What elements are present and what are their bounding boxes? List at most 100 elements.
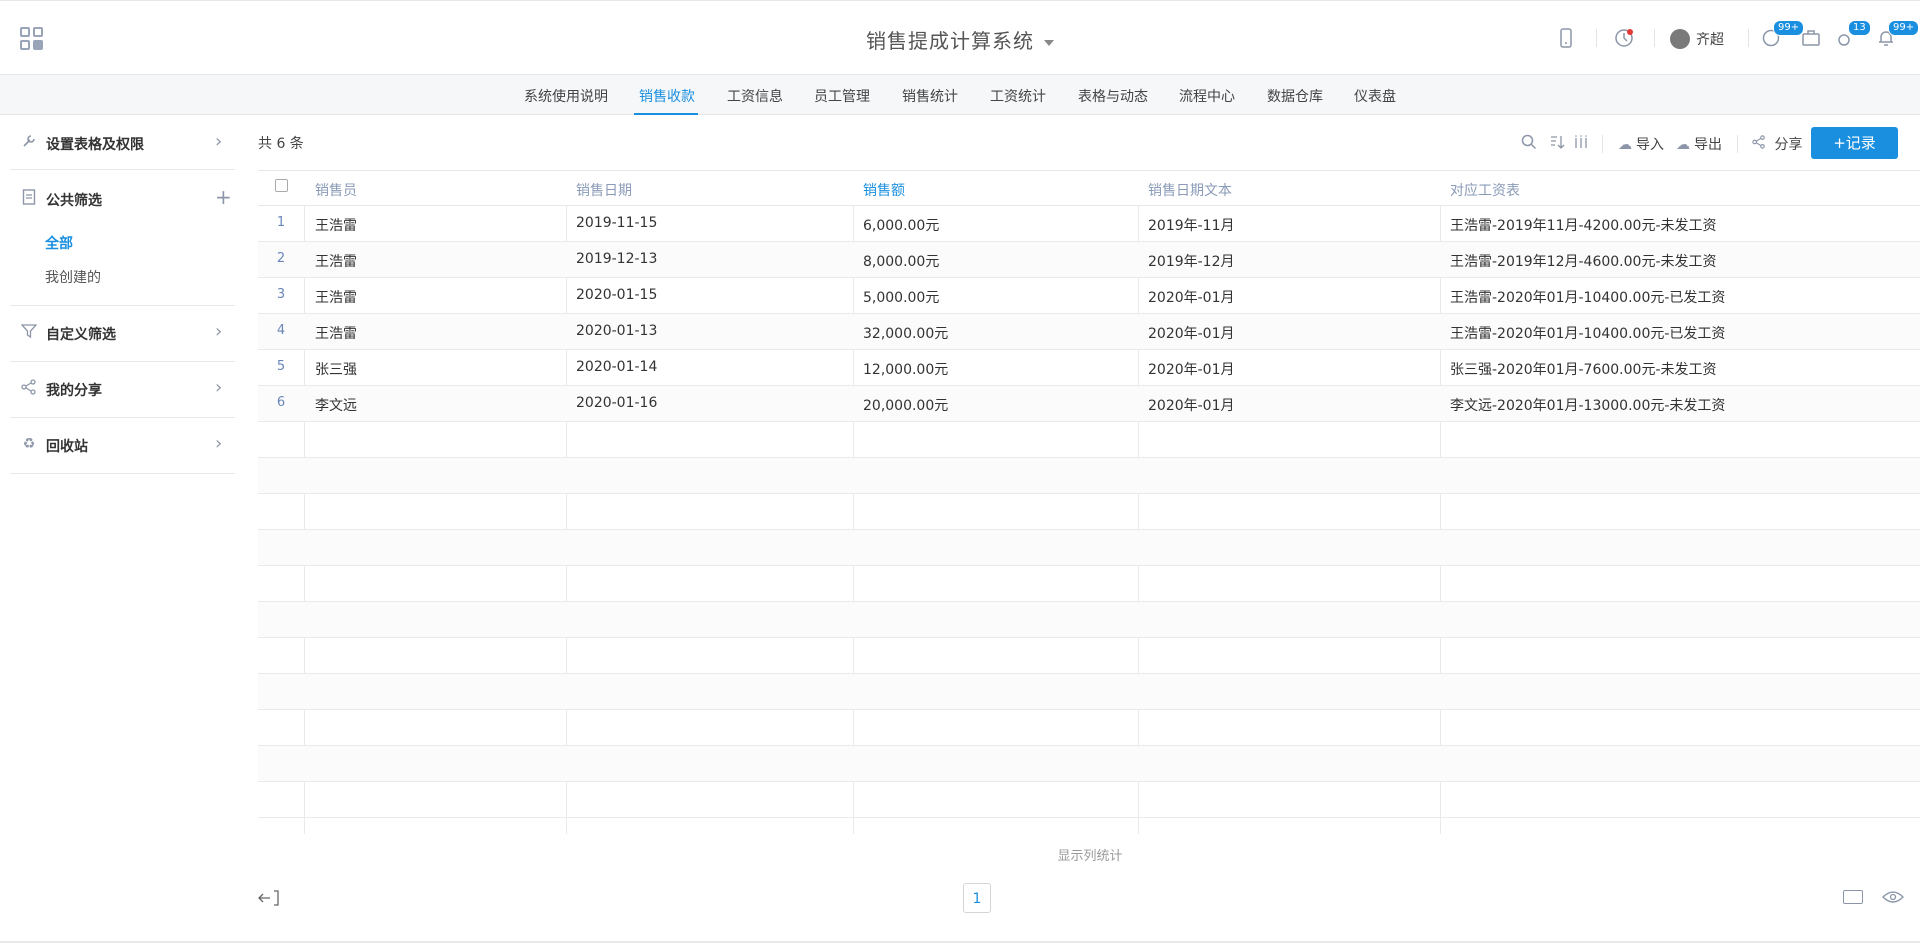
tab-sales-receipts[interactable]: 销售收款 [639,86,695,106]
cell-sale-date[interactable]: 2019-12-13 [576,251,657,267]
add-record-button[interactable]: +记录 [1811,127,1898,159]
cell-salary-sheet[interactable]: 王浩雷-2020年01月-10400.00元-已发工资 [1450,323,1725,343]
filter-all[interactable]: 全部 [45,233,73,253]
page-1-button[interactable]: 1 [963,883,991,913]
sidebar-item-public-filter[interactable]: 公共筛选 + [10,179,235,219]
table-row[interactable]: 2 王浩雷 2019-12-13 8,000.00元 2019年-12月 王浩雷… [258,242,1920,278]
empty-row [258,458,1920,494]
empty-row [258,422,1920,458]
sort-icon[interactable] [1549,134,1565,154]
clock-icon[interactable] [1614,28,1634,48]
row-number: 2 [276,251,286,266]
username[interactable]: 齐超 [1696,29,1724,49]
export-button[interactable]: ☁ 导出 [1676,134,1722,154]
chevron-right-icon: › [215,131,223,152]
chevron-right-icon: › [215,433,223,454]
divider [10,305,235,306]
cell-salesperson[interactable]: 王浩雷 [315,323,357,343]
share-button[interactable]: 分享 [1752,134,1802,154]
tab-employee-management[interactable]: 员工管理 [814,86,870,106]
tab-system-guide[interactable]: 系统使用说明 [524,86,608,106]
import-button[interactable]: ☁ 导入 [1618,134,1664,154]
tab-dashboard[interactable]: 仪表盘 [1354,86,1396,106]
bell-icon[interactable]: 99+ [1876,20,1920,48]
empty-row [258,566,1920,602]
cell-salary-sheet[interactable]: 王浩雷-2020年01月-10400.00元-已发工资 [1450,287,1725,307]
cell-sale-date[interactable]: 2019-11-15 [576,215,657,231]
filter-icon [20,323,38,341]
empty-row [258,746,1920,782]
row-number: 1 [276,215,286,230]
cell-salary-sheet[interactable]: 王浩雷-2019年11月-4200.00元-未发工资 [1450,215,1717,235]
cell-salary-sheet[interactable]: 王浩雷-2019年12月-4600.00元-未发工资 [1450,251,1717,271]
cell-sale-amount[interactable]: 8,000.00元 [863,251,939,271]
cell-sale-date[interactable]: 2020-01-16 [576,395,657,411]
sidebar-item-custom-filter[interactable]: 自定义筛选 › [10,313,235,353]
column-statistics-link[interactable]: 显示列统计 [0,845,1920,864]
tasks-badge: 13 [1848,20,1871,36]
table-row[interactable]: 5 张三强 2020-01-14 12,000.00元 2020年-01月 张三… [258,350,1920,386]
table-row[interactable]: 4 王浩雷 2020-01-13 32,000.00元 2020年-01月 王浩… [258,314,1920,350]
cell-date-text[interactable]: 2020年-01月 [1148,359,1235,379]
tab-sales-statistics[interactable]: 销售统计 [902,86,958,106]
add-icon[interactable]: + [215,185,232,209]
select-all-checkbox[interactable] [275,179,288,192]
cell-date-text[interactable]: 2019年-11月 [1148,215,1235,235]
row-number: 4 [276,323,286,338]
sidebar-item-settings[interactable]: 设置表格及权限 › [10,123,235,163]
cell-sale-amount[interactable]: 20,000.00元 [863,395,948,415]
tab-workflow-center[interactable]: 流程中心 [1179,86,1235,106]
column-header-sale-amount[interactable]: 销售额 [863,180,905,200]
document-icon [20,189,38,207]
keyboard-icon[interactable] [1843,890,1863,904]
mobile-icon[interactable] [1556,28,1576,48]
briefcase-icon[interactable] [1801,28,1821,48]
collapse-sidebar-icon[interactable] [258,889,280,911]
tab-salary-info[interactable]: 工资信息 [727,86,783,106]
divider [10,417,235,418]
column-header-date-text[interactable]: 销售日期文本 [1148,180,1232,200]
cell-salesperson[interactable]: 王浩雷 [315,251,357,271]
table-row[interactable]: 6 李文远 2020-01-16 20,000.00元 2020年-01月 李文… [258,386,1920,422]
cell-salary-sheet[interactable]: 张三强-2020年01月-7600.00元-未发工资 [1450,359,1717,379]
tasks-icon[interactable]: 13 [1836,20,1871,48]
column-header-salesperson[interactable]: 销售员 [315,180,357,200]
tab-tables-activity[interactable]: 表格与动态 [1078,86,1148,106]
tab-salary-statistics[interactable]: 工资统计 [990,86,1046,106]
cell-sale-amount[interactable]: 12,000.00元 [863,359,948,379]
cell-date-text[interactable]: 2020年-01月 [1148,395,1235,415]
divider [1602,135,1603,153]
cell-sale-amount[interactable]: 5,000.00元 [863,287,939,307]
table-row[interactable]: 3 王浩雷 2020-01-15 5,000.00元 2020年-01月 王浩雷… [258,278,1920,314]
cell-sale-date[interactable]: 2020-01-13 [576,323,657,339]
column-header-sale-date[interactable]: 销售日期 [576,180,632,200]
cell-date-text[interactable]: 2019年-12月 [1148,251,1235,271]
download-cloud-icon: ☁ [1676,137,1690,153]
cell-sale-amount[interactable]: 32,000.00元 [863,323,948,343]
columns-icon[interactable] [1574,134,1588,154]
cell-sale-amount[interactable]: 6,000.00元 [863,215,939,235]
sidebar-item-my-share[interactable]: 我的分享 › [10,369,235,409]
sidebar-item-label: 公共筛选 [46,193,102,209]
cell-sale-date[interactable]: 2020-01-14 [576,359,657,375]
cell-salesperson[interactable]: 王浩雷 [315,287,357,307]
column-header-salary-sheet[interactable]: 对应工资表 [1450,180,1520,200]
eye-icon[interactable] [1882,889,1904,903]
sidebar-item-label: 设置表格及权限 [46,137,144,153]
avatar[interactable] [1670,29,1690,49]
sidebar-item-recycle-bin[interactable]: ♻ 回收站 › [10,425,235,465]
tab-data-warehouse[interactable]: 数据仓库 [1267,86,1323,106]
filter-created-by-me[interactable]: 我创建的 [45,267,101,287]
cell-salesperson[interactable]: 张三强 [315,359,357,379]
cell-sale-date[interactable]: 2020-01-15 [576,287,657,303]
cell-salary-sheet[interactable]: 李文远-2020年01月-13000.00元-未发工资 [1450,395,1725,415]
chevron-down-icon[interactable] [1044,39,1054,46]
app-title-text[interactable]: 销售提成计算系统 [866,29,1034,53]
cell-date-text[interactable]: 2020年-01月 [1148,323,1235,343]
search-icon[interactable] [1521,134,1537,154]
cell-date-text[interactable]: 2020年-01月 [1148,287,1235,307]
cell-salesperson[interactable]: 李文远 [315,395,357,415]
chat-icon[interactable]: 99+ [1761,20,1805,48]
table-row[interactable]: 1 王浩雷 2019-11-15 6,000.00元 2019年-11月 王浩雷… [258,206,1920,242]
cell-salesperson[interactable]: 王浩雷 [315,215,357,235]
